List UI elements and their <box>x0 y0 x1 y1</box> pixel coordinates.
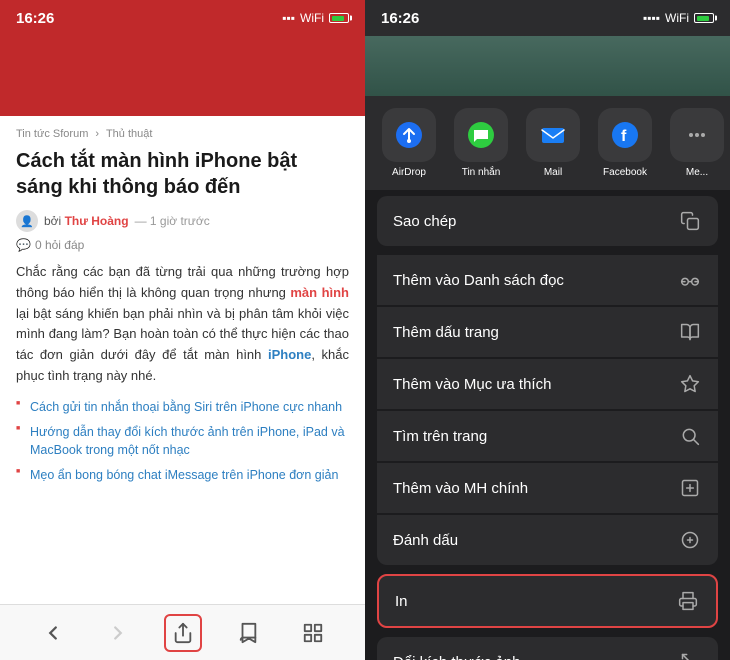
wifi-icon: WiFi <box>300 11 324 25</box>
breadcrumb: Tin tức Sforum › Thủ thuật <box>16 128 349 140</box>
messages-label: Tin nhắn <box>462 167 501 178</box>
right-status-icons: ▪▪▪▪ WiFi <box>643 11 714 25</box>
article-list-item-0: Cách gửi tin nhắn thoại bằng Siri trên i… <box>16 399 349 417</box>
left-status-bar: 16:26 ▪▪▪ WiFi <box>0 0 365 36</box>
mail-label: Mail <box>544 167 562 178</box>
article-list-item-1: Hướng dẫn thay đổi kích thước ảnh trên i… <box>16 424 349 459</box>
more-icon-circle <box>670 108 724 162</box>
left-status-time: 16:26 <box>16 10 54 27</box>
svg-text:f: f <box>621 128 627 145</box>
share-icon-facebook[interactable]: f Facebook <box>597 108 653 178</box>
right-wifi-icon: WiFi <box>665 11 689 25</box>
left-panel: 16:26 ▪▪▪ WiFi Tin tức Sforum › Thủ thuậ… <box>0 0 365 660</box>
highlight-iphone: iPhone <box>268 347 311 362</box>
airdrop-icon-circle <box>382 108 436 162</box>
back-button[interactable] <box>34 614 72 652</box>
messages-icon-circle <box>454 108 508 162</box>
article-body: Chắc rằng các bạn đã từng trải qua những… <box>16 262 349 387</box>
left-hero-image <box>0 36 365 116</box>
right-status-bar: 16:26 ▪▪▪▪ WiFi <box>365 0 730 36</box>
left-content-area: Tin tức Sforum › Thủ thuật Cách tắt màn … <box>0 116 365 604</box>
menu-item-favorites-label: Thêm vào Mục ưa thích <box>393 376 551 393</box>
menu-item-readinglist-label: Thêm vào Danh sách đọc <box>393 272 564 289</box>
star-icon <box>678 372 702 396</box>
signal-icon: ▪▪▪ <box>282 11 295 25</box>
share-icon-mail[interactable]: Mail <box>525 108 581 178</box>
share-icon-messages[interactable]: Tin nhắn <box>453 108 509 178</box>
menu-item-markup[interactable]: Đánh dấu <box>377 515 718 565</box>
menu-item-print[interactable]: In <box>377 574 718 628</box>
menu-item-homescreen[interactable]: Thêm vào MH chính <box>377 463 718 513</box>
menu-item-bookmark[interactable]: Thêm dấu trang <box>377 307 718 357</box>
author-prefix: bởi Thư Hoàng <box>44 214 129 228</box>
menu-item-readinglist[interactable]: Thêm vào Danh sách đọc <box>377 255 718 305</box>
right-panel: 16:26 ▪▪▪▪ WiFi AirDrop <box>365 0 730 660</box>
author-avatar: 👤 <box>16 210 38 232</box>
right-status-time: 16:26 <box>381 10 419 27</box>
mail-icon-circle <box>526 108 580 162</box>
author-line: 👤 bởi Thư Hoàng — 1 giờ trước <box>16 210 349 232</box>
article-list-link-2[interactable]: Mẹo ẩn bong bóng chat iMessage trên iPho… <box>30 468 338 482</box>
menu-item-favorites[interactable]: Thêm vào Mục ưa thích <box>377 359 718 409</box>
bookmark-button[interactable] <box>229 614 267 652</box>
airdrop-label: AirDrop <box>392 167 426 178</box>
comment-text: 0 hỏi đáp <box>35 238 84 252</box>
left-status-icons: ▪▪▪ WiFi <box>282 11 349 25</box>
menu-item-homescreen-label: Thêm vào MH chính <box>393 480 528 497</box>
share-icon-more[interactable]: Me... <box>669 108 725 178</box>
menu-item-find-label: Tìm trên trang <box>393 428 487 445</box>
plus-square-icon <box>678 476 702 500</box>
menu-item-bookmark-label: Thêm dấu trang <box>393 324 499 341</box>
menu-item-markup-label: Đánh dấu <box>393 532 458 549</box>
breadcrumb-child: Thủ thuật <box>106 128 152 140</box>
share-icons-row: AirDrop Tin nhắn Mail <box>365 96 730 190</box>
highlight-manhinh: màn hình <box>290 285 349 300</box>
share-icon-airdrop[interactable]: AirDrop <box>381 108 437 178</box>
menu-item-copy-label: Sao chép <box>393 213 456 230</box>
left-bottom-nav <box>0 604 365 660</box>
right-header-blur <box>365 36 730 96</box>
breadcrumb-parent[interactable]: Tin tức Sforum <box>16 128 88 140</box>
more-label: Me... <box>686 167 708 178</box>
article-list: Cách gửi tin nhắn thoại bằng Siri trên i… <box>16 399 349 485</box>
facebook-label: Facebook <box>603 167 647 178</box>
forward-button[interactable] <box>99 614 137 652</box>
search-icon <box>678 424 702 448</box>
article-list-item-2: Mẹo ẩn bong bóng chat iMessage trên iPho… <box>16 467 349 485</box>
print-icon <box>676 589 700 613</box>
menu-list: Sao chép Thêm vào Danh sách đọc Thêm <box>365 190 730 660</box>
book-icon <box>678 320 702 344</box>
right-battery-icon <box>694 13 714 23</box>
menu-item-find[interactable]: Tìm trên trang <box>377 411 718 461</box>
share-button[interactable] <box>164 614 202 652</box>
facebook-icon-circle: f <box>598 108 652 162</box>
menu-item-print-label: In <box>395 593 408 610</box>
right-signal-icon: ▪▪▪▪ <box>643 11 660 25</box>
author-time: — 1 giờ trước <box>135 214 210 228</box>
glasses-icon <box>678 268 702 292</box>
comment-icon: 💬 <box>16 238 31 252</box>
tabs-button[interactable] <box>294 614 332 652</box>
markup-icon <box>678 528 702 552</box>
breadcrumb-separator: › <box>95 128 99 140</box>
menu-item-resize[interactable]: Đổi kích thước ảnh <box>377 637 718 660</box>
author-name-link[interactable]: Thư Hoàng <box>65 214 129 228</box>
article-list-link-1[interactable]: Hướng dẫn thay đổi kích thước ảnh trên i… <box>30 425 345 457</box>
resize-icon <box>678 650 702 660</box>
menu-item-copy[interactable]: Sao chép <box>377 196 718 246</box>
battery-icon <box>329 13 349 23</box>
article-list-link-0[interactable]: Cách gửi tin nhắn thoại bằng Siri trên i… <box>30 400 342 414</box>
comment-line: 💬 0 hỏi đáp <box>16 238 349 252</box>
menu-item-resize-label: Đổi kích thước ảnh <box>393 654 520 660</box>
article-title: Cách tắt màn hình iPhone bật sáng khi th… <box>16 148 349 200</box>
copy-icon <box>678 209 702 233</box>
